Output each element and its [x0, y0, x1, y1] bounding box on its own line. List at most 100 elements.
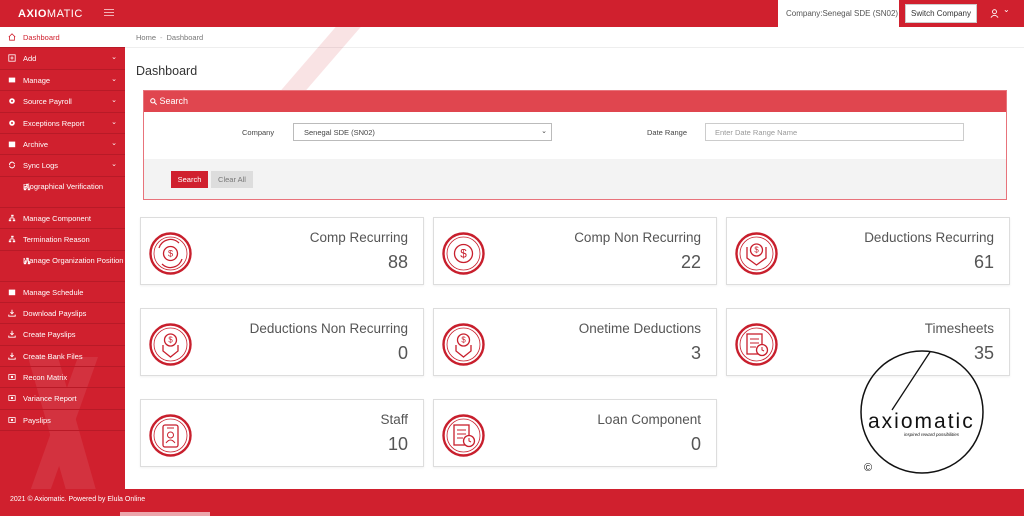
plus-square-icon — [8, 54, 16, 62]
sitemap-icon — [8, 235, 16, 243]
footer-tab — [120, 512, 210, 516]
sidebar-item-label: Exceptions Report — [23, 118, 85, 128]
search-button[interactable]: Search — [171, 171, 208, 188]
svg-text:$: $ — [168, 336, 173, 345]
page-title: Dashboard — [136, 64, 198, 78]
sidebar-item-manage[interactable]: Manage ⌄ — [0, 70, 125, 92]
sidebar-item-recon-matrix[interactable]: Recon Matrix — [0, 367, 125, 389]
date-range-input[interactable]: Enter Date Range Name — [705, 123, 964, 141]
company-select-value: Senegal SDE (SN02) — [304, 128, 375, 137]
sidebar-item-termination-reason[interactable]: Termination Reason — [0, 229, 125, 251]
download-icon — [8, 330, 16, 338]
sidebar-item-label: Create Payslips — [23, 330, 76, 340]
stat-card-value: 88 — [387, 252, 408, 272]
breadcrumb-home[interactable]: Home — [136, 33, 156, 42]
sidebar-item-label: Termination Reason — [23, 235, 90, 245]
stat-card-value: 3 — [690, 343, 701, 363]
breadcrumb: Home - Dashboard — [136, 33, 203, 42]
sidebar-item-download-payslips[interactable]: Download Payslips — [0, 303, 125, 325]
stat-card-deductions-non-recurring[interactable]: $ Deductions Non Recurring 0 — [140, 308, 424, 376]
sidebar-item-manage-organization-position[interactable]: Manage Organization Position — [0, 251, 125, 282]
sidebar-item-exceptions-report[interactable]: Exceptions Report ⌄ — [0, 113, 125, 134]
stat-card-loan-component[interactable]: Loan Component 0 — [433, 399, 717, 467]
deduction-icon: $ — [442, 323, 485, 366]
sidebar-item-sync-logs[interactable]: Sync Logs ⌄ — [0, 155, 125, 177]
sidebar-item-label: Create Bank Files — [23, 351, 83, 361]
chevron-down-icon: ⌄ — [111, 161, 117, 169]
stat-card-onetime-deductions[interactable]: $ Onetime Deductions 3 — [433, 308, 717, 376]
sidebar-item-label: Manage Component — [23, 213, 91, 223]
chevron-down-icon: ⌄ — [111, 75, 117, 83]
search-icon — [150, 98, 158, 106]
sidebar-item-create-payslips[interactable]: Create Payslips — [0, 324, 125, 346]
axiomatic-watermark-logo: axiomatic inspired reward possibilities … — [860, 350, 984, 474]
stat-card-title: Onetime Deductions — [578, 321, 701, 336]
stat-card-comp-non-recurring[interactable]: $ Comp Non Recurring 22 — [433, 217, 717, 285]
timesheet-icon — [442, 414, 485, 457]
sidebar-item-label: Add — [23, 54, 37, 64]
recurring-dollar-icon: $ — [149, 232, 192, 275]
switch-company-button[interactable]: Switch Company — [905, 4, 977, 23]
sidebar-item-dashboard[interactable]: Dashboard — [0, 27, 125, 49]
stat-card-title: Comp Recurring — [309, 230, 408, 245]
svg-text:$: $ — [754, 246, 759, 255]
sidebar-item-label: Download Payslips — [23, 308, 87, 318]
money-icon — [8, 394, 16, 402]
sidebar-item-label: Variance Report — [23, 394, 77, 404]
svg-text:©: © — [864, 462, 872, 474]
stat-card-value: 0 — [690, 434, 701, 454]
stat-card-value: 10 — [387, 434, 408, 454]
svg-text:$: $ — [460, 248, 467, 261]
sync-icon — [8, 161, 16, 169]
company-select[interactable]: Senegal SDE (SN02) ⌄ — [293, 123, 552, 141]
breadcrumb-current: Dashboard — [166, 33, 204, 42]
money-icon — [8, 416, 16, 424]
svg-text:$: $ — [168, 249, 173, 259]
sidebar-item-payslips[interactable]: Payslips — [0, 410, 125, 432]
cog-icon — [8, 97, 16, 105]
sidebar-item-variance-report[interactable]: Variance Report — [0, 388, 125, 410]
stat-card-staff[interactable]: Staff 10 — [140, 399, 424, 467]
stat-card-deductions-recurring[interactable]: $ Deductions Recurring 61 — [726, 217, 1010, 285]
sidebar-item-label: Sync Logs — [23, 161, 59, 171]
logo-bold: AXIO — [18, 8, 47, 20]
calendar-icon — [8, 288, 16, 296]
sidebar-item-label: Payslips — [23, 415, 51, 425]
search-panel-title: Search — [159, 96, 189, 106]
stat-card-value: 61 — [973, 252, 994, 272]
stat-card-comp-recurring[interactable]: $ Comp Recurring 88 — [140, 217, 424, 285]
sidebar-item-source-payroll[interactable]: Source Payroll ⌄ — [0, 91, 125, 113]
gear-icon — [8, 119, 16, 127]
sidebar-item-biographical-verification[interactable]: Biographical Verification — [0, 177, 125, 208]
sitemap-icon — [8, 214, 16, 222]
sidebar-item-label: Dashboard — [23, 33, 60, 42]
archive-icon — [8, 140, 16, 148]
clear-all-button[interactable]: Clear All — [211, 171, 253, 188]
app-logo[interactable]: AXIOMATIC — [18, 8, 83, 20]
timesheet-icon — [735, 323, 778, 366]
chevron-down-icon: ⌄ — [111, 97, 117, 105]
footer-text: 2021 © Axiomatic. Powered by Elula Onlin… — [10, 496, 146, 503]
svg-text:axiomatic: axiomatic — [868, 410, 975, 433]
stat-card-title: Deductions Recurring — [864, 230, 994, 245]
dollar-coin-icon: $ — [442, 232, 485, 275]
sidebar-item-manage-component[interactable]: Manage Component — [0, 208, 125, 230]
sidebar-item-create-bank-files[interactable]: Create Bank Files — [0, 346, 125, 368]
sidebar-item-manage-schedule[interactable]: Manage Schedule — [0, 282, 125, 303]
menu-toggle-icon[interactable] — [104, 9, 114, 17]
download-icon — [8, 352, 16, 360]
deduction-recurring-icon: $ — [735, 232, 778, 275]
sidebar-item-label: Biographical Verification — [23, 181, 104, 191]
sidebar-item-label: Manage Organization Position — [23, 255, 124, 265]
sidebar-item-add[interactable]: Add ⌄ — [0, 48, 125, 70]
sidebar: Dashboard Add ⌄ Manage ⌄ Source Payroll ⌄ Excep… — [0, 27, 125, 489]
sidebar-item-archive[interactable]: Archive ⌄ — [0, 134, 125, 156]
sitemap-icon — [8, 183, 31, 191]
user-menu[interactable]: ⌄ — [988, 5, 1018, 20]
stat-card-title: Deductions Non Recurring — [249, 321, 408, 336]
stat-card-title: Timesheets — [924, 321, 994, 336]
sitemap-icon — [8, 257, 31, 265]
sidebar-item-label: Manage Schedule — [23, 287, 84, 297]
date-range-label: Date Range — [647, 128, 688, 137]
chevron-down-icon: ⌄ — [111, 139, 117, 147]
